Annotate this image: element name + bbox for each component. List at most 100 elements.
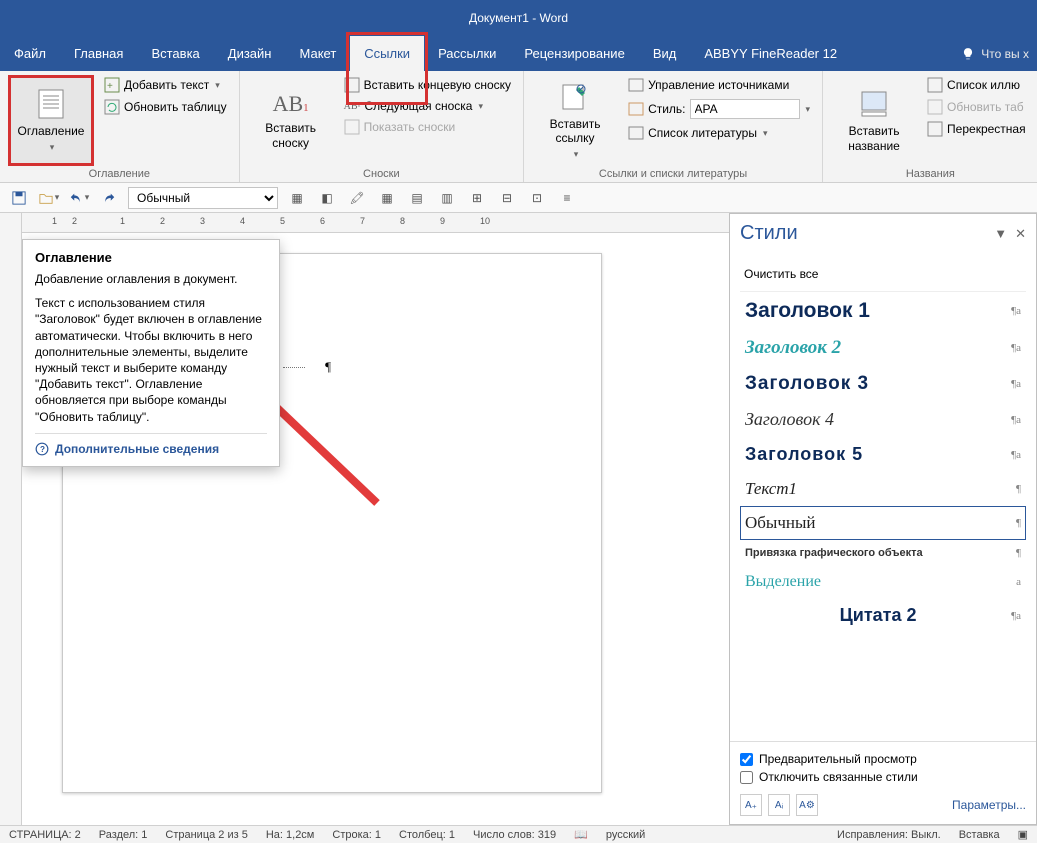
style-heading4[interactable]: Заголовок 4¶a	[740, 402, 1026, 437]
style-heading1[interactable]: Заголовок 1¶a	[740, 292, 1026, 330]
citation-style-label: Стиль:	[648, 102, 685, 116]
clear-all-style[interactable]: Очистить все	[740, 261, 1026, 292]
style-inspector-button[interactable]: Aᵢ	[768, 794, 790, 816]
chevron-down-icon[interactable]: ▾	[806, 104, 811, 115]
styles-options-link[interactable]: Параметры...	[952, 798, 1026, 812]
insert-caption-button[interactable]: Вставить название	[831, 75, 917, 166]
merge-button[interactable]: ⊞	[466, 187, 488, 209]
status-section[interactable]: Раздел: 1	[90, 829, 157, 841]
status-position[interactable]: На: 1,2см	[257, 829, 324, 841]
proofing-icon[interactable]: 📖	[565, 828, 597, 841]
style-heading3[interactable]: Заголовок 3¶a	[740, 366, 1026, 402]
document-title: Документ1 - Word	[469, 11, 568, 25]
tab-file[interactable]: Файл	[0, 36, 60, 71]
group-footnotes-label: Сноски	[248, 166, 515, 180]
bibliography-icon	[628, 125, 644, 141]
status-track-changes[interactable]: Исправления: Выкл.	[828, 829, 950, 841]
style-select[interactable]: Обычный	[128, 187, 278, 209]
tooltip-text-1: Добавление оглавления в документ.	[35, 271, 267, 287]
tooltip-text-2: Текст с использованием стиля "Заголовок"…	[35, 295, 267, 425]
style-emphasis[interactable]: Выделениеa	[740, 566, 1026, 598]
insert-footnote-label: Вставить сноску	[265, 121, 316, 150]
refresh-icon	[104, 99, 120, 115]
quick-access-toolbar: ▾ ▾ Обычный ▦ ◧ 🖍 ▦ ▤ ▥ ⊞ ⊟ ⊡ ≡	[0, 183, 1037, 213]
status-language[interactable]: русский	[597, 829, 654, 841]
tab-abbyy[interactable]: ABBYY FineReader 12	[690, 36, 851, 71]
status-page-of[interactable]: Страница 2 из 5	[156, 829, 256, 841]
insert-row-button[interactable]: ▤	[406, 187, 428, 209]
style-heading2[interactable]: Заголовок 2¶a	[740, 330, 1026, 366]
status-column[interactable]: Столбец: 1	[390, 829, 464, 841]
status-word-count[interactable]: Число слов: 319	[464, 829, 565, 841]
svg-text:+: +	[107, 81, 113, 92]
status-insert-mode[interactable]: Вставка	[950, 829, 1009, 841]
manage-sources-icon	[628, 77, 644, 93]
chevron-down-icon: ▾	[50, 142, 55, 153]
tab-home[interactable]: Главная	[60, 36, 137, 71]
insert-col-button[interactable]: ▥	[436, 187, 458, 209]
align-button[interactable]: ≡	[556, 187, 578, 209]
tab-review[interactable]: Рецензирование	[510, 36, 638, 71]
show-footnotes-button[interactable]: Показать сноски	[340, 117, 515, 137]
ribbon-tabs: Файл Главная Вставка Дизайн Макет Ссылки…	[0, 36, 1037, 71]
tab-view[interactable]: Вид	[639, 36, 691, 71]
add-text-button[interactable]: + Добавить текст▾	[100, 75, 231, 95]
highlight-button[interactable]: 🖍	[346, 187, 368, 209]
toc-button[interactable]: Оглавление ▾	[8, 75, 94, 166]
citation-style-select[interactable]	[690, 99, 800, 119]
tab-insert[interactable]: Вставка	[137, 36, 213, 71]
tab-references[interactable]: Ссылки	[350, 36, 424, 71]
chevron-down-icon[interactable]: ▼	[994, 226, 1007, 242]
bulb-icon	[961, 47, 975, 61]
update-toc-button[interactable]: Обновить таблицу	[100, 97, 231, 117]
style-normal[interactable]: Обычный¶	[740, 506, 1026, 540]
svg-text:?: ?	[40, 445, 45, 454]
undo-button[interactable]: ▾	[68, 187, 90, 209]
insert-citation-button[interactable]: Вставить ссылку▾	[532, 75, 618, 166]
tab-mailings[interactable]: Рассылки	[424, 36, 510, 71]
preview-checkbox[interactable]: Предварительный просмотр	[740, 750, 1026, 768]
refresh-icon	[927, 99, 943, 115]
figures-list-button[interactable]: Список иллю	[923, 75, 1030, 95]
distribute-button[interactable]: ⊡	[526, 187, 548, 209]
new-style-button[interactable]: A₊	[740, 794, 762, 816]
footnote-icon: AB1	[273, 91, 309, 117]
next-footnote-label: Следующая сноска	[365, 99, 473, 113]
tab-design[interactable]: Дизайн	[214, 36, 286, 71]
style-anchor[interactable]: Привязка графического объекта¶	[740, 540, 1026, 566]
manage-sources-button[interactable]: Управление источниками	[624, 75, 814, 95]
style-quote2[interactable]: Цитата 2¶a	[740, 598, 1026, 633]
tooltip-more-link[interactable]: ? Дополнительные сведения	[35, 433, 267, 456]
update-figures-button[interactable]: Обновить таб	[923, 97, 1030, 117]
status-page[interactable]: СТРАНИЦА: 2	[0, 829, 90, 841]
table-button[interactable]: ▦	[376, 187, 398, 209]
cross-reference-button[interactable]: Перекрестная	[923, 119, 1030, 139]
tab-layout[interactable]: Макет	[285, 36, 350, 71]
redo-button[interactable]	[98, 187, 120, 209]
tell-me[interactable]: Что вы х	[961, 36, 1037, 71]
update-figures-label: Обновить таб	[947, 100, 1024, 114]
style-text1[interactable]: Текст1¶	[740, 472, 1026, 506]
close-icon[interactable]: ✕	[1015, 226, 1026, 242]
caption-icon	[858, 88, 890, 120]
status-line[interactable]: Строка: 1	[323, 829, 390, 841]
bibliography-label: Список литературы	[648, 126, 757, 140]
bibliography-button[interactable]: Список литературы▾	[624, 123, 814, 143]
disable-linked-checkbox[interactable]: Отключить связанные стили	[740, 768, 1026, 786]
group-footnotes: AB1 Вставить сноску Вставить концевую сн…	[240, 71, 524, 182]
eraser-button[interactable]: ◧	[316, 187, 338, 209]
manage-styles-button[interactable]: A⚙	[796, 794, 818, 816]
styles-pane-title: Стили	[740, 222, 798, 245]
open-button[interactable]: ▾	[38, 187, 60, 209]
style-heading5[interactable]: Заголовок 5¶a	[740, 437, 1026, 472]
border-button[interactable]: ▦	[286, 187, 308, 209]
insert-endnote-button[interactable]: Вставить концевую сноску	[340, 75, 515, 95]
group-toc-label: Оглавление	[8, 166, 231, 180]
next-footnote-button[interactable]: AB¹ Следующая сноска▾	[340, 97, 515, 115]
save-button[interactable]	[8, 187, 30, 209]
style-icon	[628, 101, 644, 117]
vertical-ruler	[0, 213, 22, 825]
split-button[interactable]: ⊟	[496, 187, 518, 209]
insert-footnote-button[interactable]: AB1 Вставить сноску	[248, 75, 334, 166]
macro-icon[interactable]: ▣	[1009, 828, 1037, 841]
